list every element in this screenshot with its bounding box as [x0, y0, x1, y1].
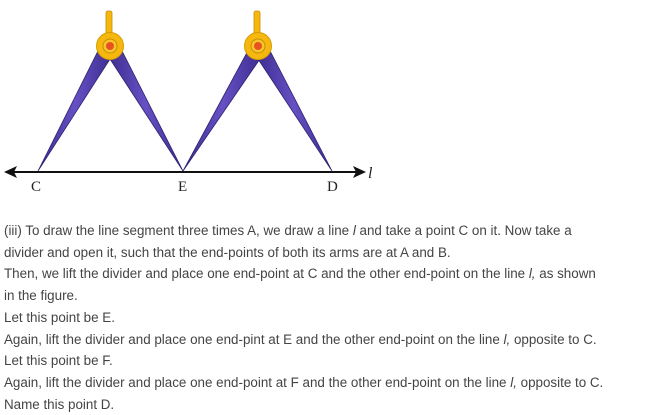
text-line-8: Again, lift the divider and place one en…: [4, 372, 649, 394]
solution-text: (iii) To draw the line segment three tim…: [4, 220, 649, 415]
text-line-3-end: as shown: [535, 266, 596, 282]
text-line-3: Then, we lift the divider and place one …: [4, 263, 649, 285]
text-line-6-end: opposite to C.: [510, 331, 597, 347]
text-line-8-end: opposite to C.: [516, 374, 604, 390]
divider-2-left-arm: [182, 46, 263, 172]
text-line-1: (iii) To draw the line segment three tim…: [4, 220, 649, 242]
text-line-8-l: l,: [510, 374, 517, 390]
divider-2-right-arm: [255, 46, 333, 172]
text-line-7: Let this point be F.: [4, 353, 113, 369]
divider-1-handle: [105, 10, 113, 36]
line-l-label: l: [368, 165, 373, 182]
divider-1-right-arm: [107, 46, 184, 172]
point-c-label: C: [31, 179, 41, 195]
divider-2-handle: [253, 10, 261, 36]
divider-1-hinge-center: [106, 42, 114, 50]
text-line-6: Again, lift the divider and place one en…: [4, 329, 649, 351]
text-line-6-start: Again, lift the divider and place one en…: [4, 331, 504, 347]
point-e-label: E: [178, 179, 187, 195]
text-line-9: Name this point D.: [4, 396, 115, 412]
text-line-3-l: l,: [528, 266, 536, 282]
divider-2: [182, 10, 333, 172]
text-line-1-start: (iii) To draw the line segment three tim…: [4, 223, 353, 238]
divider-1: [37, 10, 184, 172]
text-line-1-end: and take a point C on it. Now take a: [355, 223, 572, 238]
divider-1-left-arm: [37, 46, 113, 172]
text-line-5: Let this point be E.: [4, 309, 115, 325]
divider-2-hinge-center: [254, 42, 262, 50]
text-line-2: divider and open it, such that the end-p…: [4, 244, 451, 260]
point-d-label: D: [327, 179, 338, 195]
text-line-4: in the figure.: [4, 288, 78, 304]
divider-figure: C E D l: [4, 10, 373, 195]
text-line-8-start: Again, lift the divider and place one en…: [4, 374, 511, 390]
text-line-3-start: Then, we lift the divider and place one …: [4, 266, 529, 282]
